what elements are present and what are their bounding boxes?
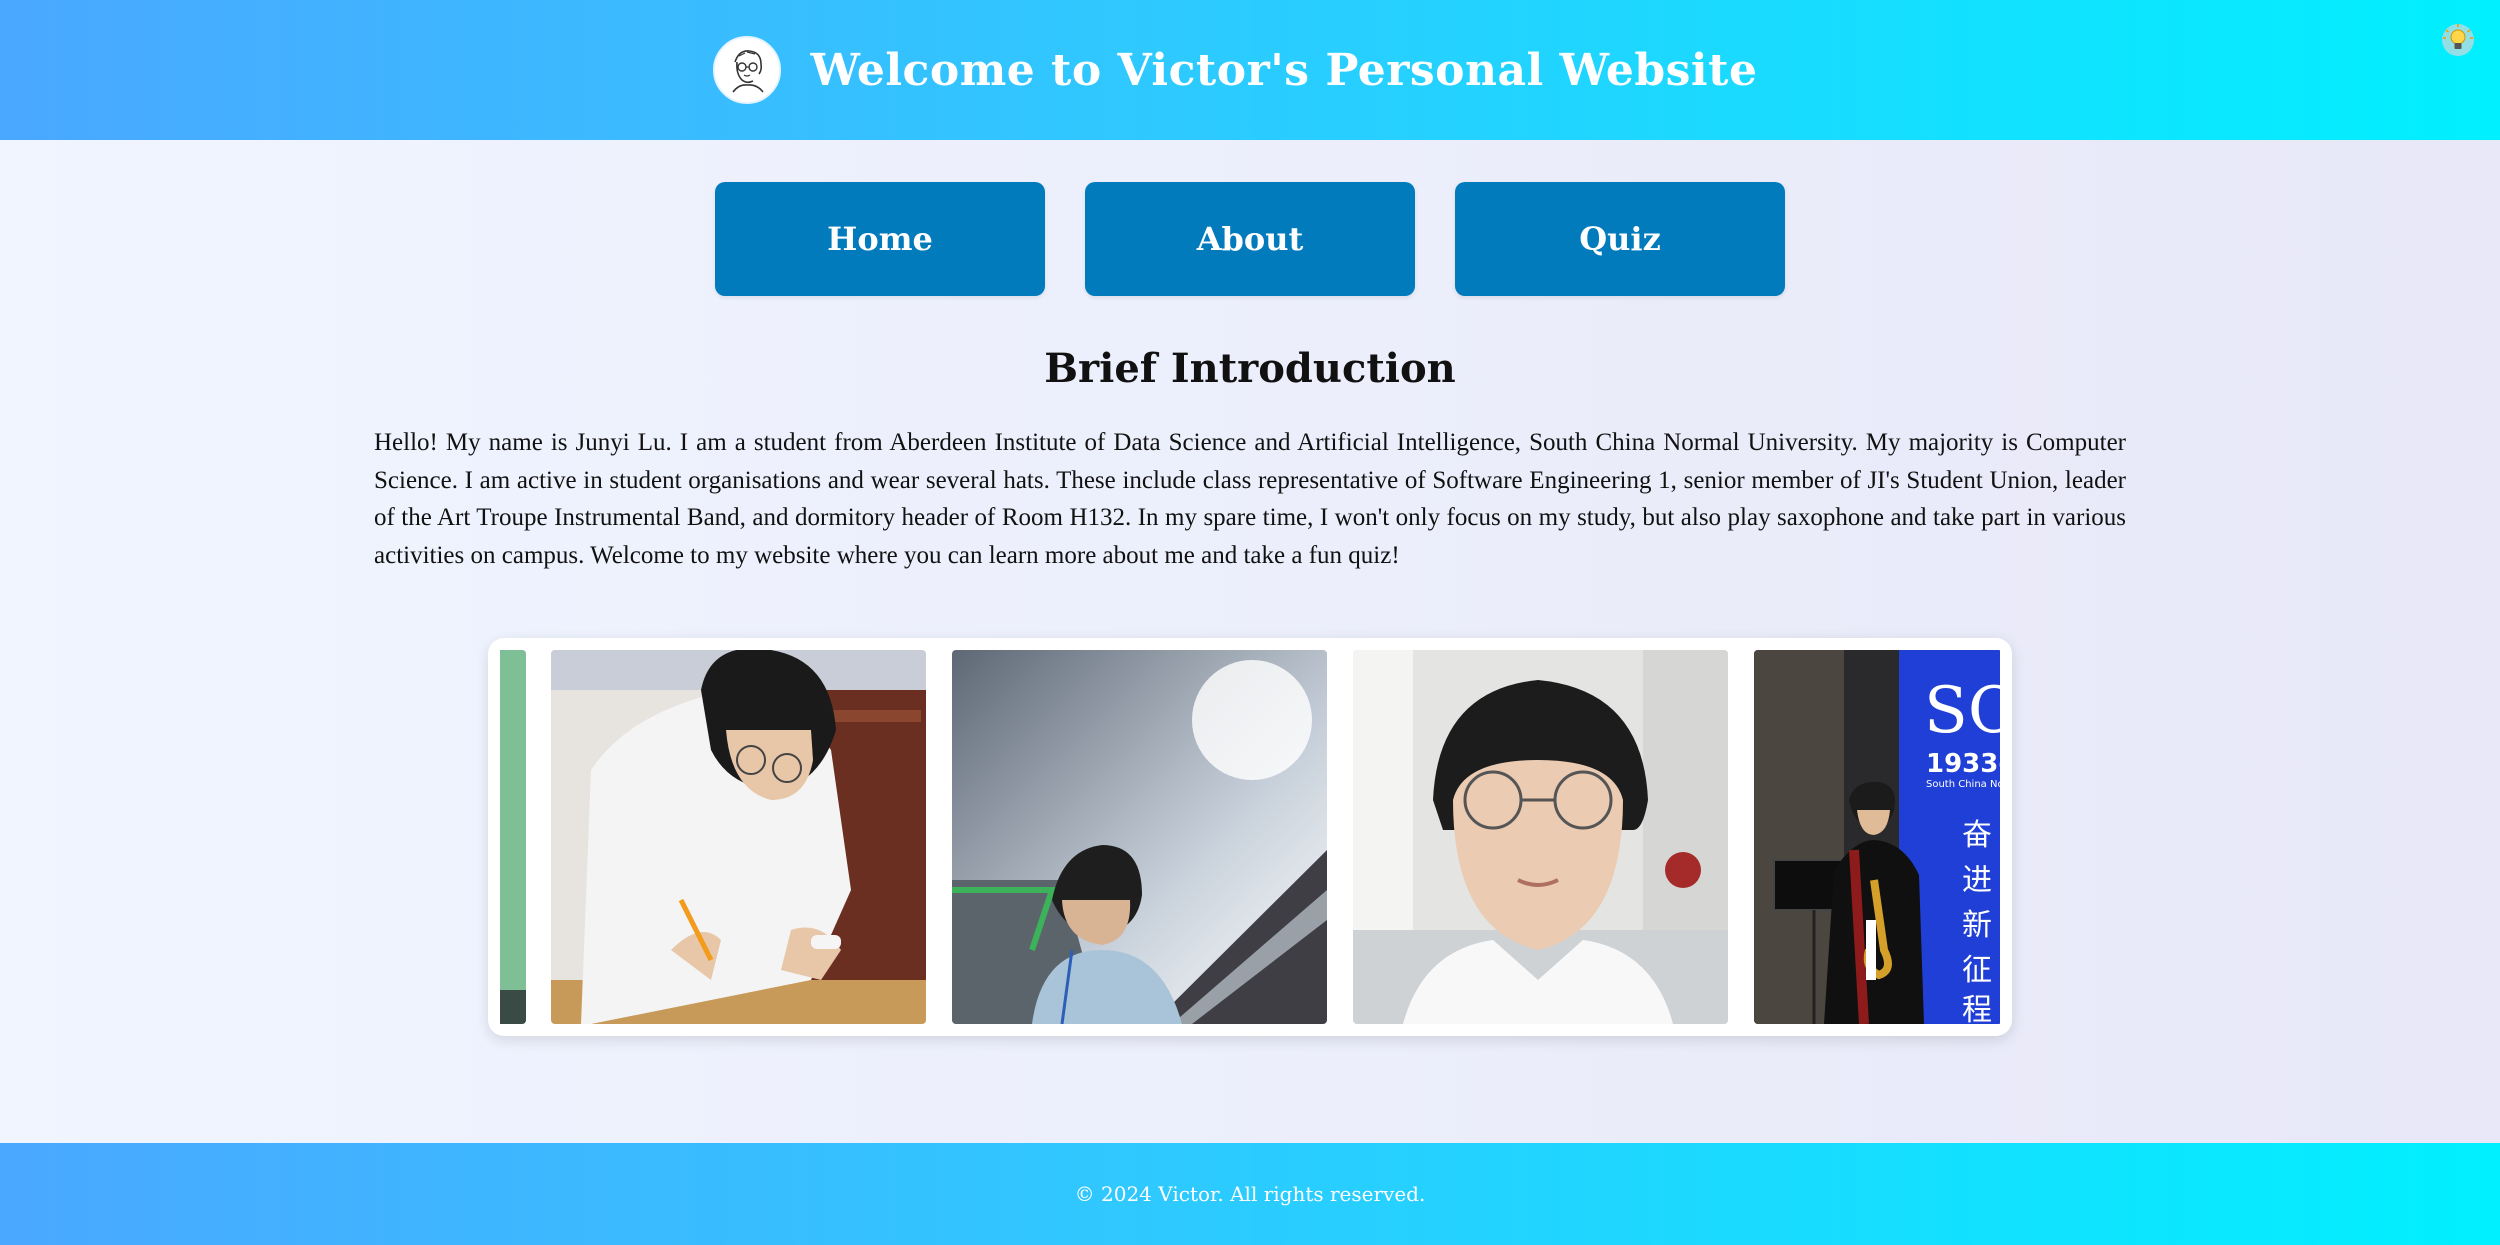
photo-partial-left [500, 650, 526, 1024]
avatar-sketch-icon [712, 36, 781, 104]
main-nav: Home About Quiz [0, 182, 2500, 296]
nav-about-button[interactable]: About [1085, 182, 1415, 296]
lightbulb-icon[interactable] [2436, 18, 2480, 62]
site-header: Welcome to Victor's Personal Website [0, 0, 2500, 140]
svg-text:程: 程 [1962, 993, 1992, 1024]
svg-text:进: 进 [1962, 863, 1992, 898]
photo-carousel[interactable]: SCN 1933-2 South China Norm 奋 进 新 征 程 [488, 638, 2012, 1036]
footer-copyright: © 2024 Victor. All rights reserved. [1074, 1182, 1426, 1206]
site-footer: © 2024 Victor. All rights reserved. [0, 1143, 2500, 1245]
nav-home-button[interactable]: Home [715, 182, 1045, 296]
svg-text:奋: 奋 [1962, 818, 1992, 853]
banner-year-text: 1933-2 [1926, 749, 2000, 779]
photo-gymnasium [952, 650, 1327, 1024]
banner-sub-text: South China Norm [1926, 779, 2000, 790]
svg-text:征: 征 [1962, 953, 1992, 988]
banner-chinese-text: 奋 进 新 征 程 [1962, 818, 1992, 1024]
carousel-track: SCN 1933-2 South China Norm 奋 进 新 征 程 [500, 650, 2000, 1024]
photo-writing-exam [551, 650, 926, 1024]
header-brand: Welcome to Victor's Personal Website [712, 36, 1758, 104]
intro-paragraph: Hello! My name is Junyi Lu. I am a stude… [374, 429, 2126, 569]
photo-saxophone-stage: SCN 1933-2 South China Norm 奋 进 新 征 程 [1754, 650, 2000, 1024]
nav-quiz-button[interactable]: Quiz [1455, 182, 1785, 296]
photo-selfie-glasses [1353, 650, 1728, 1024]
svg-text:新: 新 [1962, 908, 1992, 943]
intro-heading: Brief Introduction [1044, 345, 1456, 392]
banner-scn-text: SCN [1924, 674, 2000, 748]
site-title: Welcome to Victor's Personal Website [810, 44, 1758, 96]
